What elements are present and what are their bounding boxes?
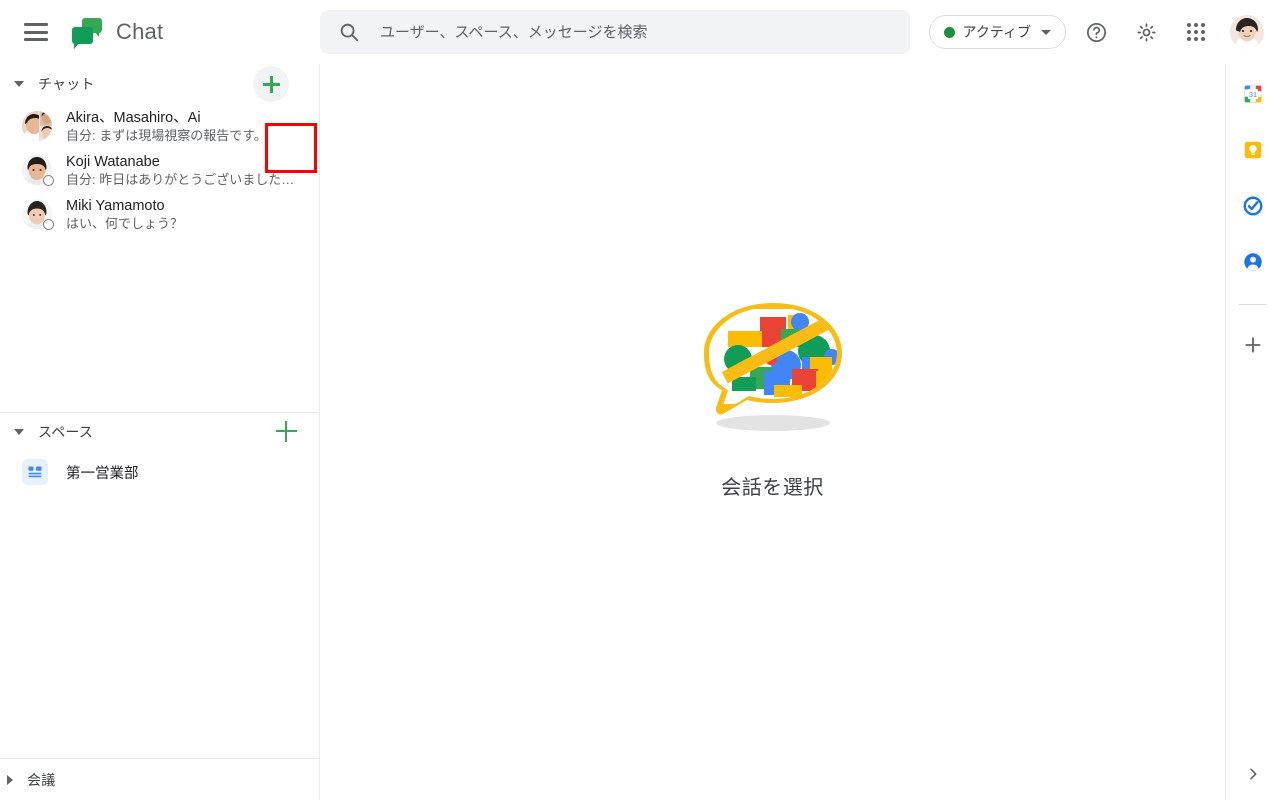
google-chat-logo-icon: [72, 18, 102, 49]
chat-section-header[interactable]: チャット: [0, 64, 319, 104]
status-dot-icon: [943, 26, 955, 38]
rail-item-contacts[interactable]: [1233, 242, 1273, 282]
rail-item-calendar[interactable]: 31: [1233, 74, 1273, 114]
help-button[interactable]: [1076, 12, 1116, 52]
apps-grid-icon: [1187, 23, 1205, 41]
chat-snippet: 自分: まずは現場視察の報告です。: [66, 127, 267, 143]
avatar: [22, 155, 54, 186]
chat-snippet: はい、何でしょう？: [66, 215, 184, 231]
meetings-section-title: 会議: [27, 771, 56, 788]
google-keep-icon: [1244, 141, 1262, 159]
rail-item-keep[interactable]: [1233, 130, 1273, 170]
app-title: Chat: [116, 19, 164, 44]
google-tasks-icon: [1243, 196, 1263, 216]
svg-text:31: 31: [1249, 90, 1257, 99]
space-grid-icon: [22, 459, 48, 485]
side-rail: 31: [1225, 64, 1280, 800]
plus-icon: [1245, 337, 1261, 353]
new-space-button[interactable]: [276, 421, 298, 443]
sidebar: チャット Akira、Masahiro、Ai 自分: まずは現場視察の報告です。…: [0, 64, 320, 800]
triangle-down-icon[interactable]: [14, 429, 24, 435]
triangle-right-icon[interactable]: [7, 774, 13, 785]
chat-list-item[interactable]: Akira、Masahiro、Ai 自分: まずは現場視察の報告です。: [0, 104, 319, 148]
chat-snippet: 自分: 昨日はありがとうございました…: [66, 171, 295, 187]
plus-icon: [262, 75, 280, 93]
chat-list-item[interactable]: Koji Watanabe 自分: 昨日はありがとうございました…: [0, 148, 319, 192]
search-input[interactable]: [378, 22, 910, 42]
presence-indicator: [43, 219, 54, 230]
chat-bubble-blocks-illustration: [688, 295, 858, 445]
main-content: 会話を選択: [320, 64, 1225, 800]
empty-state-text: 会話を選択: [721, 476, 824, 499]
account-avatar[interactable]: [1230, 15, 1264, 49]
chat-name: Akira、Masahiro、Ai: [66, 109, 201, 126]
hamburger-menu-icon[interactable]: [24, 23, 48, 41]
top-bar: Chat アクティブ: [0, 0, 1280, 64]
top-bar-actions: アクティブ: [928, 0, 1264, 64]
gear-icon: [1136, 22, 1156, 42]
rail-divider: [1239, 304, 1267, 305]
spaces-section-header[interactable]: スペース: [0, 412, 320, 452]
avatar: [22, 111, 52, 141]
chevron-right-icon: [1250, 768, 1257, 780]
status-label: アクティブ: [962, 24, 1031, 40]
rail-item-tasks[interactable]: [1233, 186, 1273, 226]
chat-list-item[interactable]: Miki Yamamoto はい、何でしょう？: [0, 192, 319, 236]
space-list-item[interactable]: 第一営業部: [0, 452, 320, 492]
search-bar[interactable]: [320, 10, 910, 54]
group-avatar-icon: [22, 111, 52, 141]
app-brand: Chat: [72, 18, 164, 49]
search-icon: [338, 21, 360, 43]
settings-button[interactable]: [1126, 12, 1166, 52]
chat-name: Koji Watanabe: [66, 153, 160, 170]
rail-expand-button[interactable]: [1237, 758, 1269, 790]
meetings-section-header[interactable]: 会議: [0, 758, 320, 800]
presence-indicator: [43, 175, 54, 186]
apps-button[interactable]: [1176, 12, 1216, 52]
status-button[interactable]: アクティブ: [928, 15, 1066, 49]
chat-name: Miki Yamamoto: [66, 197, 165, 214]
spaces-section-title: スペース: [38, 424, 94, 440]
chat-section-title: チャット: [38, 76, 95, 92]
chevron-down-icon: [1041, 29, 1051, 35]
triangle-down-icon[interactable]: [14, 81, 24, 87]
space-name: 第一営業部: [66, 465, 139, 482]
google-contacts-icon: [1244, 253, 1262, 271]
help-circle-icon: [1086, 22, 1106, 42]
rail-add-button[interactable]: [1233, 325, 1273, 365]
new-chat-button[interactable]: [253, 66, 289, 102]
google-calendar-icon: 31: [1244, 85, 1262, 103]
avatar: [22, 199, 54, 230]
